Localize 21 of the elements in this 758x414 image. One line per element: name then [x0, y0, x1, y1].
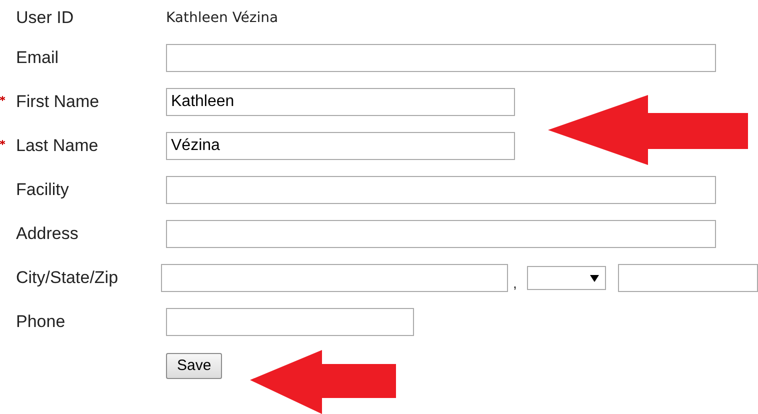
caret-icon [590, 274, 599, 282]
city-field[interactable] [161, 264, 508, 292]
field-label: Facility [16, 179, 69, 202]
separator: , [513, 274, 518, 292]
text-field[interactable]: Kathleen [166, 88, 515, 116]
text-field[interactable] [166, 220, 716, 248]
field-label: First Name [16, 91, 100, 114]
field-label: Email [16, 47, 59, 70]
zip-field[interactable] [618, 264, 758, 292]
field-label: User ID [16, 7, 74, 30]
text-field[interactable] [166, 176, 716, 204]
state-select[interactable] [527, 266, 606, 290]
text-field[interactable]: Vézina [166, 132, 515, 160]
field-label: City/State/Zip [16, 267, 118, 290]
text-field[interactable] [166, 308, 414, 336]
save-button[interactable]: Save [166, 353, 222, 379]
field-value: Kathleen Vézina [166, 8, 278, 28]
field-label: Phone [16, 311, 66, 334]
field-label: Last Name [16, 135, 98, 158]
field-label: Address [16, 223, 78, 246]
text-field[interactable] [166, 44, 716, 72]
